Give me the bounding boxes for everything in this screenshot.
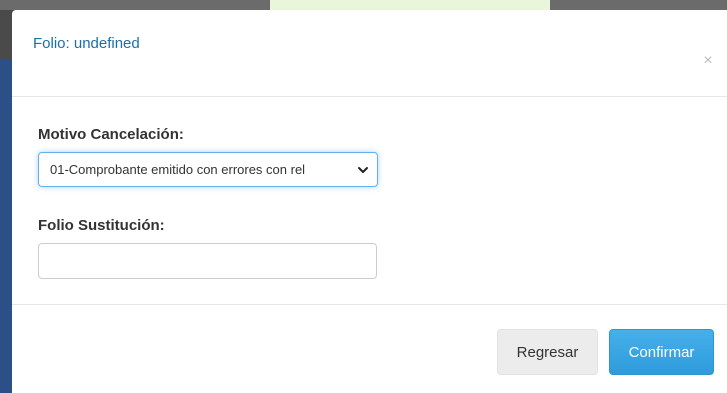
modal-body: Motivo Cancelación: 01-Comprobante emiti… [12,98,727,303]
cancel-folio-modal: Folio: undefined × Motivo Cancelación: 0… [12,10,727,393]
motivo-cancelacion-select[interactable]: 01-Comprobante emitido con errores con r… [38,152,378,187]
confirmar-button[interactable]: Confirmar [609,329,714,375]
motivo-cancelacion-label: Motivo Cancelación: [38,126,184,143]
modal-header: Folio: undefined × [12,10,727,97]
chevron-down-icon [358,167,368,173]
backdrop-sidebar-edge [0,60,12,393]
close-icon[interactable]: × [699,52,717,70]
regresar-button[interactable]: Regresar [497,329,598,375]
modal-title: Folio: undefined [33,35,140,52]
folio-sustitucion-input[interactable] [38,243,377,279]
modal-footer: Regresar Confirmar [12,304,727,393]
motivo-selected-value: 01-Comprobante emitido con errores con r… [50,162,306,177]
backdrop-highlight [270,0,550,10]
folio-sustitucion-label: Folio Sustitución: [38,217,165,234]
